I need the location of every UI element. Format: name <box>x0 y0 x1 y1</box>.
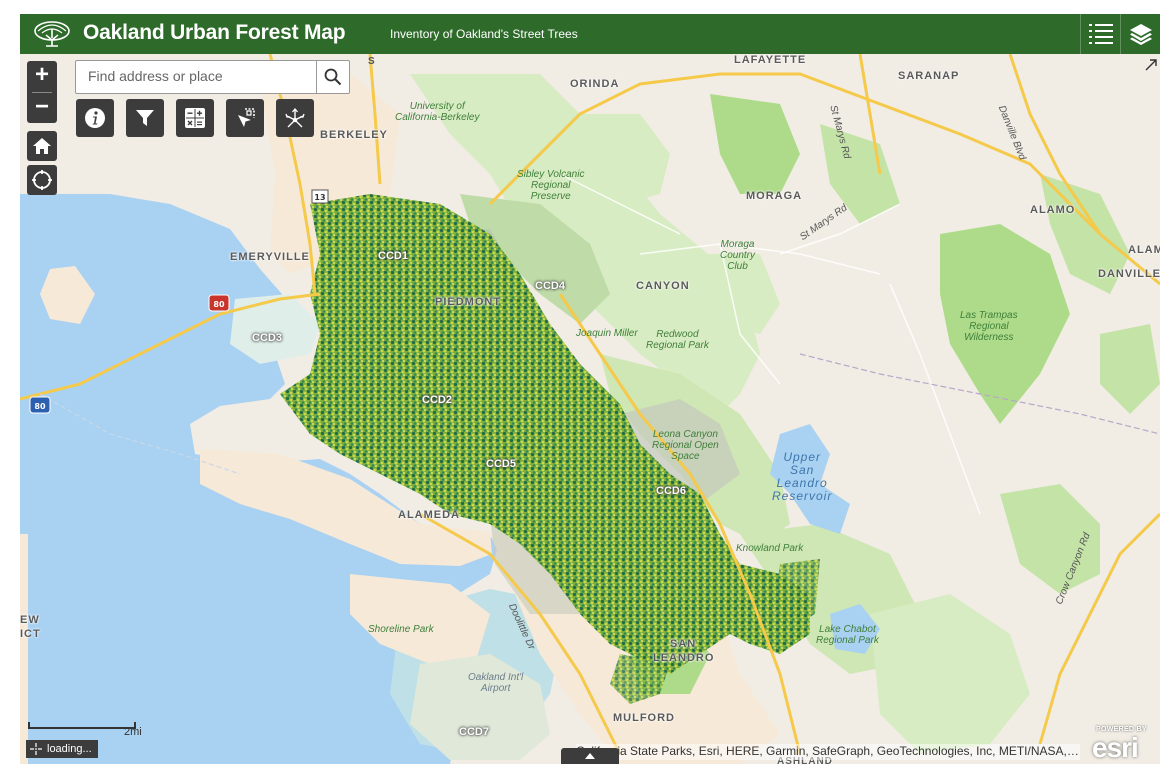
park-label-las-trampas: Las Trampas Regional Wilderness <box>960 310 1018 343</box>
layers-button[interactable] <box>1120 14 1160 54</box>
select-icon <box>238 108 255 127</box>
place-label-ict: ICT <box>20 628 41 640</box>
district-label-ccd2: CCD2 <box>422 394 452 406</box>
calculator-button[interactable] <box>176 99 214 137</box>
district-label-ccd1: CCD1 <box>378 250 408 262</box>
locate-icon <box>32 170 52 190</box>
info-icon <box>85 108 105 128</box>
list-icon <box>1089 24 1113 44</box>
park-label-redwood: Redwood Regional Park <box>646 329 709 351</box>
place-label-ew: EW <box>20 614 40 626</box>
scale-bar <box>28 722 136 729</box>
map-app: Oakland Urban Forest Map Inventory of Oa… <box>20 14 1160 764</box>
district-label-ccd5: CCD5 <box>486 458 516 470</box>
zoom-control: + − <box>27 61 57 123</box>
park-label-leona-text: Leona Canyon Regional Open Space <box>652 429 719 462</box>
park-label-moraga-cc: Moraga Country Club <box>720 239 755 272</box>
share-icon <box>285 107 305 128</box>
zoom-in-button[interactable]: + <box>27 61 57 91</box>
park-label-lake-chabot-text: Lake Chabot Regional Park <box>816 624 879 646</box>
map-view[interactable]: 80 80 13 ORINDA LAFAYETTE SARANAP BERKEL… <box>20 54 1160 764</box>
attribution-text[interactable]: California State Parks, Esri, HERE, Garm… <box>576 744 1080 760</box>
legend-list-button[interactable] <box>1080 14 1121 54</box>
place-label-saranap: SARANAP <box>898 70 960 82</box>
layers-icon <box>1130 24 1152 45</box>
esri-wordmark: esri <box>1092 732 1139 763</box>
park-label-shoreline: Shoreline Park <box>368 624 434 635</box>
home-icon <box>33 138 51 154</box>
place-label-alam: ALAM <box>1128 244 1160 256</box>
search-icon <box>324 68 342 86</box>
search-input[interactable] <box>76 61 326 91</box>
esri-logo[interactable]: POWERED BY esri <box>1092 726 1156 763</box>
open-panel-button[interactable] <box>561 748 619 764</box>
zoom-out-button[interactable]: − <box>27 93 57 123</box>
search-box <box>75 60 350 94</box>
oak-tree-logo-icon <box>34 21 70 47</box>
app-subtitle: Inventory of Oakland's Street Trees <box>390 27 578 41</box>
water-label-upper-san-leandro-text: Upper San Leandro Reservoir <box>772 450 833 503</box>
filter-icon <box>136 110 154 126</box>
district-label-ccd4: CCD4 <box>535 280 565 292</box>
road-label-s: S <box>368 56 375 67</box>
place-label-alamo: ALAMO <box>1030 204 1076 216</box>
place-label-alameda: ALAMEDA <box>398 509 460 521</box>
district-label-ccd3: CCD3 <box>252 332 282 344</box>
select-button[interactable] <box>226 99 264 137</box>
park-label-sibley: Sibley Volcanic Regional Preserve <box>517 169 584 202</box>
calculator-icon <box>185 108 205 128</box>
district-label-ccd6: CCD6 <box>656 485 686 497</box>
place-label-lafayette: LAFAYETTE <box>734 54 807 66</box>
expand-icon[interactable] <box>1144 58 1158 72</box>
i80-shield-label: 80 <box>213 300 225 309</box>
app-title: Oakland Urban Forest Map <box>83 21 346 44</box>
place-label-emeryville: EMERYVILLE <box>230 251 310 263</box>
place-label-leandro: LEANDRO <box>653 652 715 664</box>
park-label-ucb: University of California-Berkeley <box>395 101 479 123</box>
place-label-mulford: MULFORD <box>613 712 675 724</box>
place-label-canyon: CANYON <box>636 280 690 292</box>
park-label-joaquin: Joaquin Miller <box>576 328 638 339</box>
park-label-knowland: Knowland Park <box>736 543 804 554</box>
park-label-redwood-text: Redwood Regional Park <box>646 329 709 351</box>
home-button[interactable] <box>27 131 57 161</box>
basemap: 80 80 13 <box>20 54 1160 764</box>
loading-indicator: loading... <box>26 740 98 758</box>
place-label-san: SAN <box>670 638 697 650</box>
park-label-leona: Leona Canyon Regional Open Space <box>652 429 719 462</box>
district-label-ccd7: CCD7 <box>459 726 489 738</box>
park-label-ucb-text: University of California-Berkeley <box>395 101 480 123</box>
locate-button[interactable] <box>27 165 57 195</box>
crosshair-icon <box>30 743 42 755</box>
caret-up-icon <box>585 753 595 759</box>
park-label-lake-chabot: Lake Chabot Regional Park <box>816 624 879 646</box>
loading-text: loading... <box>47 743 92 755</box>
water-label-upper-san-leandro: Upper San Leandro Reservoir <box>772 451 832 503</box>
park-label-airport: Oakland Int'l Airport <box>468 672 523 694</box>
i80-shield-label-2: 80 <box>34 402 46 411</box>
share-button[interactable] <box>276 99 314 137</box>
place-label-orinda: ORINDA <box>570 78 620 90</box>
park-label-sibley-text: Sibley Volcanic Regional Preserve <box>517 169 585 202</box>
place-label-berkeley: BERKELEY <box>320 129 388 141</box>
info-button[interactable] <box>76 99 114 137</box>
place-label-danville: DANVILLE <box>1098 268 1160 280</box>
filter-button[interactable] <box>126 99 164 137</box>
search-button[interactable] <box>316 61 349 93</box>
route13-shield-label: 13 <box>314 193 325 202</box>
place-label-piedmont: PIEDMONT <box>435 296 502 308</box>
scale-label: 2mi <box>124 726 142 738</box>
place-label-moraga: MORAGA <box>746 190 803 202</box>
park-label-airport-text: Oakland Int'l Airport <box>468 672 524 694</box>
park-label-moraga-cc-text: Moraga Country Club <box>720 239 756 272</box>
park-label-las-trampas-text: Las Trampas Regional Wilderness <box>960 310 1018 343</box>
app-header: Oakland Urban Forest Map Inventory of Oa… <box>20 14 1160 54</box>
